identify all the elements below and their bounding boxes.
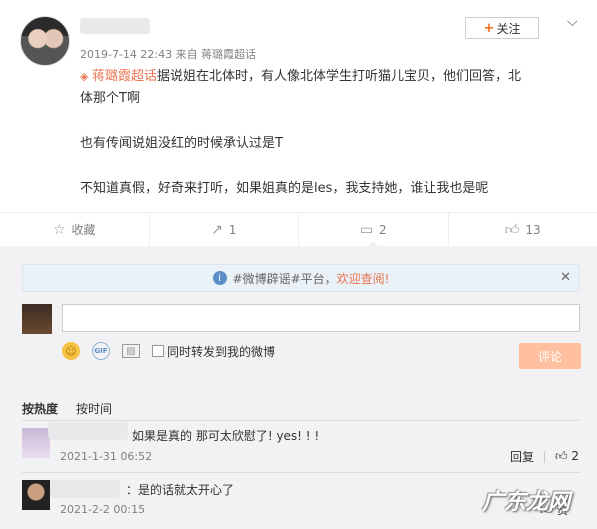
comment-text: 如果是真的 那可太欣慰了! yes! ! !	[132, 429, 320, 443]
like-button[interactable]: 👍︎ 13	[449, 213, 597, 246]
comment-count: 2	[379, 222, 387, 237]
thumbs-up-icon: 👍︎	[555, 449, 568, 463]
weibo-post: 2019-7-14 22:43 来自 蒋璐霞超话 + 关注 ⌵ ◈ 蒋璐霞超话据…	[0, 0, 597, 212]
star-icon: ☆	[52, 221, 66, 238]
comment-avatar[interactable]	[22, 428, 50, 458]
close-icon[interactable]: ✕	[560, 270, 571, 285]
comment-time: 2021-2-2 00:15	[60, 503, 146, 516]
post-text-para2: 也有传闻说姐没红的时候承认过是T	[80, 136, 283, 151]
composer-tools: ☺ GIF ▨ 同时转发到我的微博	[62, 342, 275, 360]
post-meta: 2019-7-14 22:43 来自 蒋璐霞超话	[80, 48, 257, 61]
checkbox-box[interactable]	[152, 345, 164, 357]
rumor-notice: i #微博辟谣#平台， 欢迎查阅! ✕	[22, 264, 580, 292]
comment-text: ：是的话就太开心了	[126, 483, 235, 497]
post-text-para3: 不知道真假，好奇来打听，如果姐真的是les，我支持她，谁让我也是呢	[80, 181, 489, 196]
topic-link[interactable]: 蒋璐霞超话	[92, 69, 157, 84]
post-text-line1: 据说姐在北体时，有人像北体学生打听猫儿宝贝，他们回答，北	[156, 69, 521, 84]
chevron-down-icon[interactable]: ⌵	[567, 14, 578, 30]
comment-like-count: 2	[571, 449, 580, 463]
image-icon[interactable]: ▨	[122, 344, 140, 358]
tab-sort-hot[interactable]: 按热度	[22, 400, 58, 417]
emoji-icon[interactable]: ☺	[62, 342, 80, 360]
comment-avatar[interactable]	[22, 480, 50, 510]
tab-sort-time[interactable]: 按时间	[76, 400, 112, 417]
comment-actions: 回复 👍︎ 2	[510, 448, 579, 465]
thumbs-up-icon: 👍︎	[504, 222, 520, 238]
divider	[22, 472, 580, 473]
sort-tabs: 按热度 按时间	[22, 400, 112, 417]
post-content: ◈ 蒋璐霞超话据说姐在北体时，有人像北体学生打听猫儿宝贝，他们回答，北体那个T啊…	[80, 66, 580, 223]
watermark-logo: 广东龙网	[482, 490, 571, 515]
commenter-name-blurred[interactable]	[48, 422, 128, 440]
submit-comment-button[interactable]: 评论	[519, 343, 581, 369]
comment-icon: ▭	[359, 221, 374, 238]
gif-icon[interactable]: GIF	[92, 342, 110, 360]
like-count: 13	[525, 222, 541, 237]
reply-button[interactable]: 回复	[510, 448, 534, 465]
my-avatar[interactable]	[22, 304, 52, 334]
supertopic-icon: ◈	[80, 70, 92, 83]
comment-like-button[interactable]: 👍︎ 2	[555, 449, 579, 464]
repost-checkbox-label: 同时转发到我的微博	[167, 344, 276, 359]
author-avatar[interactable]	[20, 16, 70, 66]
plus-icon: +	[483, 20, 495, 36]
commenter-name-blurred[interactable]	[50, 480, 120, 498]
info-icon: i	[212, 271, 227, 285]
divider	[22, 420, 580, 421]
repost-count: 1	[228, 222, 237, 237]
notice-text: #微博辟谣#平台，	[232, 271, 337, 286]
comment-time: 2021-1-31 06:52	[60, 450, 153, 463]
notice-link[interactable]: 欢迎查阅!	[337, 270, 390, 287]
repost-button[interactable]: ↗ 1	[150, 213, 299, 246]
comment-button[interactable]: ▭ 2	[299, 213, 449, 247]
repost-icon: ↗	[211, 221, 223, 238]
comment-input[interactable]	[62, 304, 580, 332]
favorite-label: 收藏	[71, 223, 96, 237]
post-actions-bar: ☆ 收藏 ↗ 1 ▭ 2 👍︎ 13	[0, 212, 597, 247]
repost-checkbox[interactable]: 同时转发到我的微博	[152, 343, 275, 360]
divider	[544, 450, 546, 463]
post-text-line2: 体那个T啊	[80, 91, 140, 106]
author-name-blurred[interactable]	[80, 18, 150, 34]
follow-button[interactable]: + 关注	[465, 17, 539, 39]
follow-label: 关注	[496, 21, 521, 36]
favorite-button[interactable]: ☆ 收藏	[0, 213, 150, 246]
